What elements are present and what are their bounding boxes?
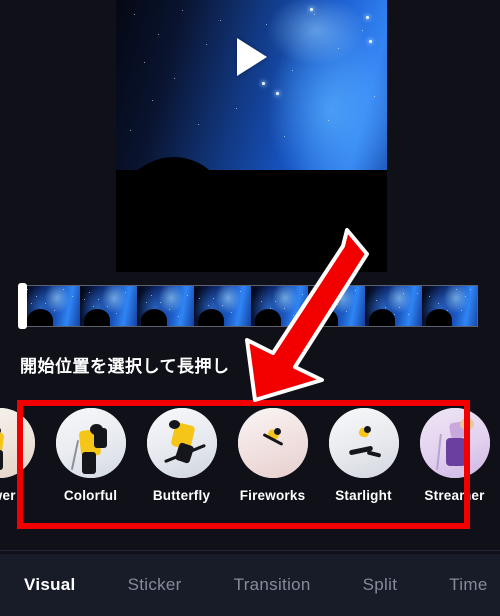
tab-split[interactable]: Split (363, 575, 398, 595)
bottom-tab-bar[interactable]: Visual Sticker Transition Split Time (0, 554, 500, 616)
effect-label: Fireworks (239, 488, 306, 503)
timeline-filmstrip[interactable] (22, 285, 478, 327)
timeline-frame[interactable] (251, 286, 308, 326)
effect-item-streamer[interactable]: Streamer (409, 408, 500, 503)
skier-butterfly-thumb[interactable] (146, 408, 217, 478)
tab-transition[interactable]: Transition (234, 575, 311, 595)
preview-stars (116, 0, 387, 170)
playhead-handle[interactable] (18, 283, 27, 329)
tabbar-divider (0, 550, 500, 551)
skier-streamer-thumb[interactable] (419, 408, 490, 478)
effect-label: Streamer (424, 488, 485, 503)
effect-item-butterfly[interactable]: Butterfly (136, 408, 227, 503)
timeline-frame[interactable] (137, 286, 194, 326)
effect-item-starlight[interactable]: Starlight (318, 408, 409, 503)
timeline-frame[interactable] (422, 286, 477, 326)
skier-fireworks-thumb[interactable] (237, 408, 308, 478)
timeline-frame[interactable] (194, 286, 251, 326)
effect-label: ower (0, 488, 16, 503)
effect-item-fireworks[interactable]: Fireworks (227, 408, 318, 503)
timeline-frame[interactable] (80, 286, 137, 326)
effect-label: Butterfly (152, 488, 211, 503)
play-triangle-icon[interactable] (236, 38, 267, 76)
video-editor-screen: 開始位置を選択して長押し ower Colorful Butterfly Firewo… (0, 0, 500, 616)
timeline-frame[interactable] (23, 286, 80, 326)
skier-colorful-thumb[interactable] (55, 408, 126, 478)
effect-item-colorful[interactable]: Colorful (45, 408, 136, 503)
effects-carousel[interactable]: ower Colorful Butterfly Fireworks Starlight S… (0, 408, 500, 523)
tab-time[interactable]: Time (449, 575, 487, 595)
timeline-frame[interactable] (365, 286, 422, 326)
effect-label: Starlight (335, 488, 392, 503)
tab-sticker[interactable]: Sticker (128, 575, 182, 595)
video-preview[interactable] (116, 0, 387, 272)
skier-flower-thumb[interactable] (0, 408, 35, 478)
timeline-frame[interactable] (308, 286, 365, 326)
instruction-text: 開始位置を選択して長押し (20, 357, 230, 376)
effect-item-ower[interactable]: ower (0, 408, 45, 503)
effect-label: Colorful (63, 488, 118, 503)
skier-starlight-thumb[interactable] (328, 408, 399, 478)
preview-letterbox (116, 170, 387, 272)
tab-visual[interactable]: Visual (24, 575, 76, 595)
